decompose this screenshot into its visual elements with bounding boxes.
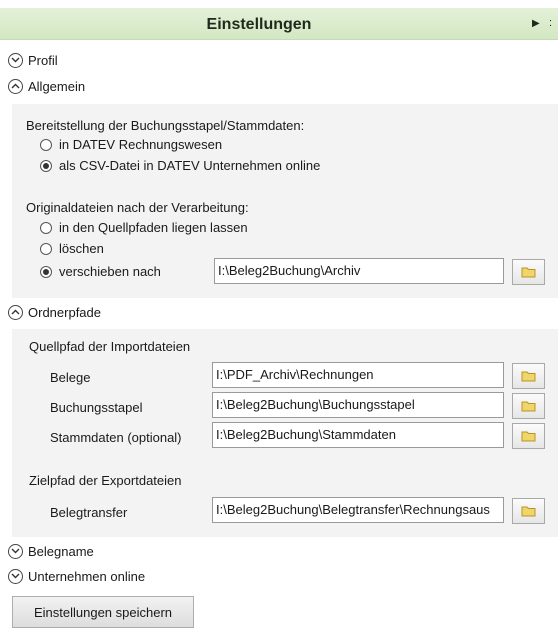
section-belegname-label: Belegname	[28, 543, 94, 559]
belegtransfer-browse-button[interactable]	[512, 498, 545, 524]
radio-rechnungswesen-label: in DATEV Rechnungswesen	[59, 137, 223, 152]
section-allgemein-toggle[interactable]: Allgemein	[8, 76, 85, 96]
buchungsstapel-label: Buchungsstapel	[50, 400, 143, 415]
quellpfad-label: Quellpfad der Importdateien	[29, 339, 191, 354]
section-unternehmen-online-toggle[interactable]: Unternehmen online	[8, 566, 145, 586]
original-label: Originaldateien nach der Verarbeitung:	[26, 200, 249, 215]
verschieben-browse-button[interactable]	[512, 259, 545, 285]
chevron-up-icon	[8, 304, 23, 320]
radio-csv-unternehmen-online[interactable]	[40, 160, 52, 172]
section-profil-label: Profil	[28, 52, 58, 68]
save-settings-button[interactable]: Einstellungen speichern	[12, 596, 194, 628]
radio-verschieben[interactable]	[40, 266, 52, 278]
buchungsstapel-browse-button[interactable]	[512, 393, 545, 419]
folder-icon	[521, 267, 535, 278]
ordnerpfade-panel: Quellpfad der Importdateien Belege I:\PD…	[12, 329, 558, 537]
radio-loeschen-label: löschen	[59, 241, 104, 256]
radio-verschieben-label: verschieben nach	[59, 264, 161, 279]
settings-header: Einstellungen ▶ :	[0, 8, 558, 40]
zielpfad-label: Zielpfad der Exportdateien	[29, 473, 182, 488]
chevron-up-icon	[8, 78, 23, 94]
allgemein-panel: Bereitstellung der Buchungsstapel/Stammd…	[12, 104, 558, 298]
section-profil-toggle[interactable]: Profil	[8, 50, 58, 70]
stammdaten-browse-button[interactable]	[512, 423, 545, 449]
radio-rechnungswesen[interactable]	[40, 139, 52, 151]
buchungsstapel-path-field[interactable]: I:\Beleg2Buchung\Buchungsstapel	[212, 392, 504, 418]
bereitstellung-label: Bereitstellung der Buchungsstapel/Stammd…	[26, 118, 305, 133]
stammdaten-path-field[interactable]: I:\Beleg2Buchung\Stammdaten	[212, 422, 504, 448]
folder-icon	[521, 506, 535, 517]
radio-liegen-lassen[interactable]	[40, 222, 52, 234]
radio-csv-unternehmen-online-label: als CSV-Datei in DATEV Unternehmen onlin…	[59, 158, 321, 173]
stammdaten-label: Stammdaten (optional)	[50, 430, 182, 445]
chevron-down-icon	[8, 52, 23, 68]
verschieben-path-field[interactable]: I:\Beleg2Buchung\Archiv	[214, 258, 504, 284]
section-unternehmen-online-label: Unternehmen online	[28, 568, 146, 584]
radio-loeschen[interactable]	[40, 243, 52, 255]
radio-liegen-lassen-label: in den Quellpfaden liegen lassen	[59, 220, 248, 235]
folder-icon	[521, 431, 535, 442]
section-allgemein-label: Allgemein	[28, 78, 86, 94]
folder-icon	[521, 401, 535, 412]
section-ordnerpfade-toggle[interactable]: Ordnerpfade	[8, 302, 101, 322]
belege-browse-button[interactable]	[512, 363, 545, 389]
header-title: Einstellungen	[206, 16, 312, 33]
header-overflow-text: :	[549, 17, 553, 29]
section-ordnerpfade-label: Ordnerpfade	[28, 304, 101, 320]
chevron-down-icon	[8, 543, 23, 559]
belege-path-field[interactable]: I:\PDF_Archiv\Rechnungen	[212, 362, 504, 388]
belegtransfer-label: Belegtransfer	[50, 505, 128, 520]
section-belegname-toggle[interactable]: Belegname	[8, 541, 94, 561]
belegtransfer-path-field[interactable]: I:\Beleg2Buchung\Belegtransfer\Rechnungs…	[212, 497, 504, 523]
belege-label: Belege	[50, 370, 91, 385]
triangle-right-icon[interactable]: ▶	[532, 18, 540, 29]
folder-icon	[521, 371, 535, 382]
chevron-down-icon	[8, 568, 23, 584]
